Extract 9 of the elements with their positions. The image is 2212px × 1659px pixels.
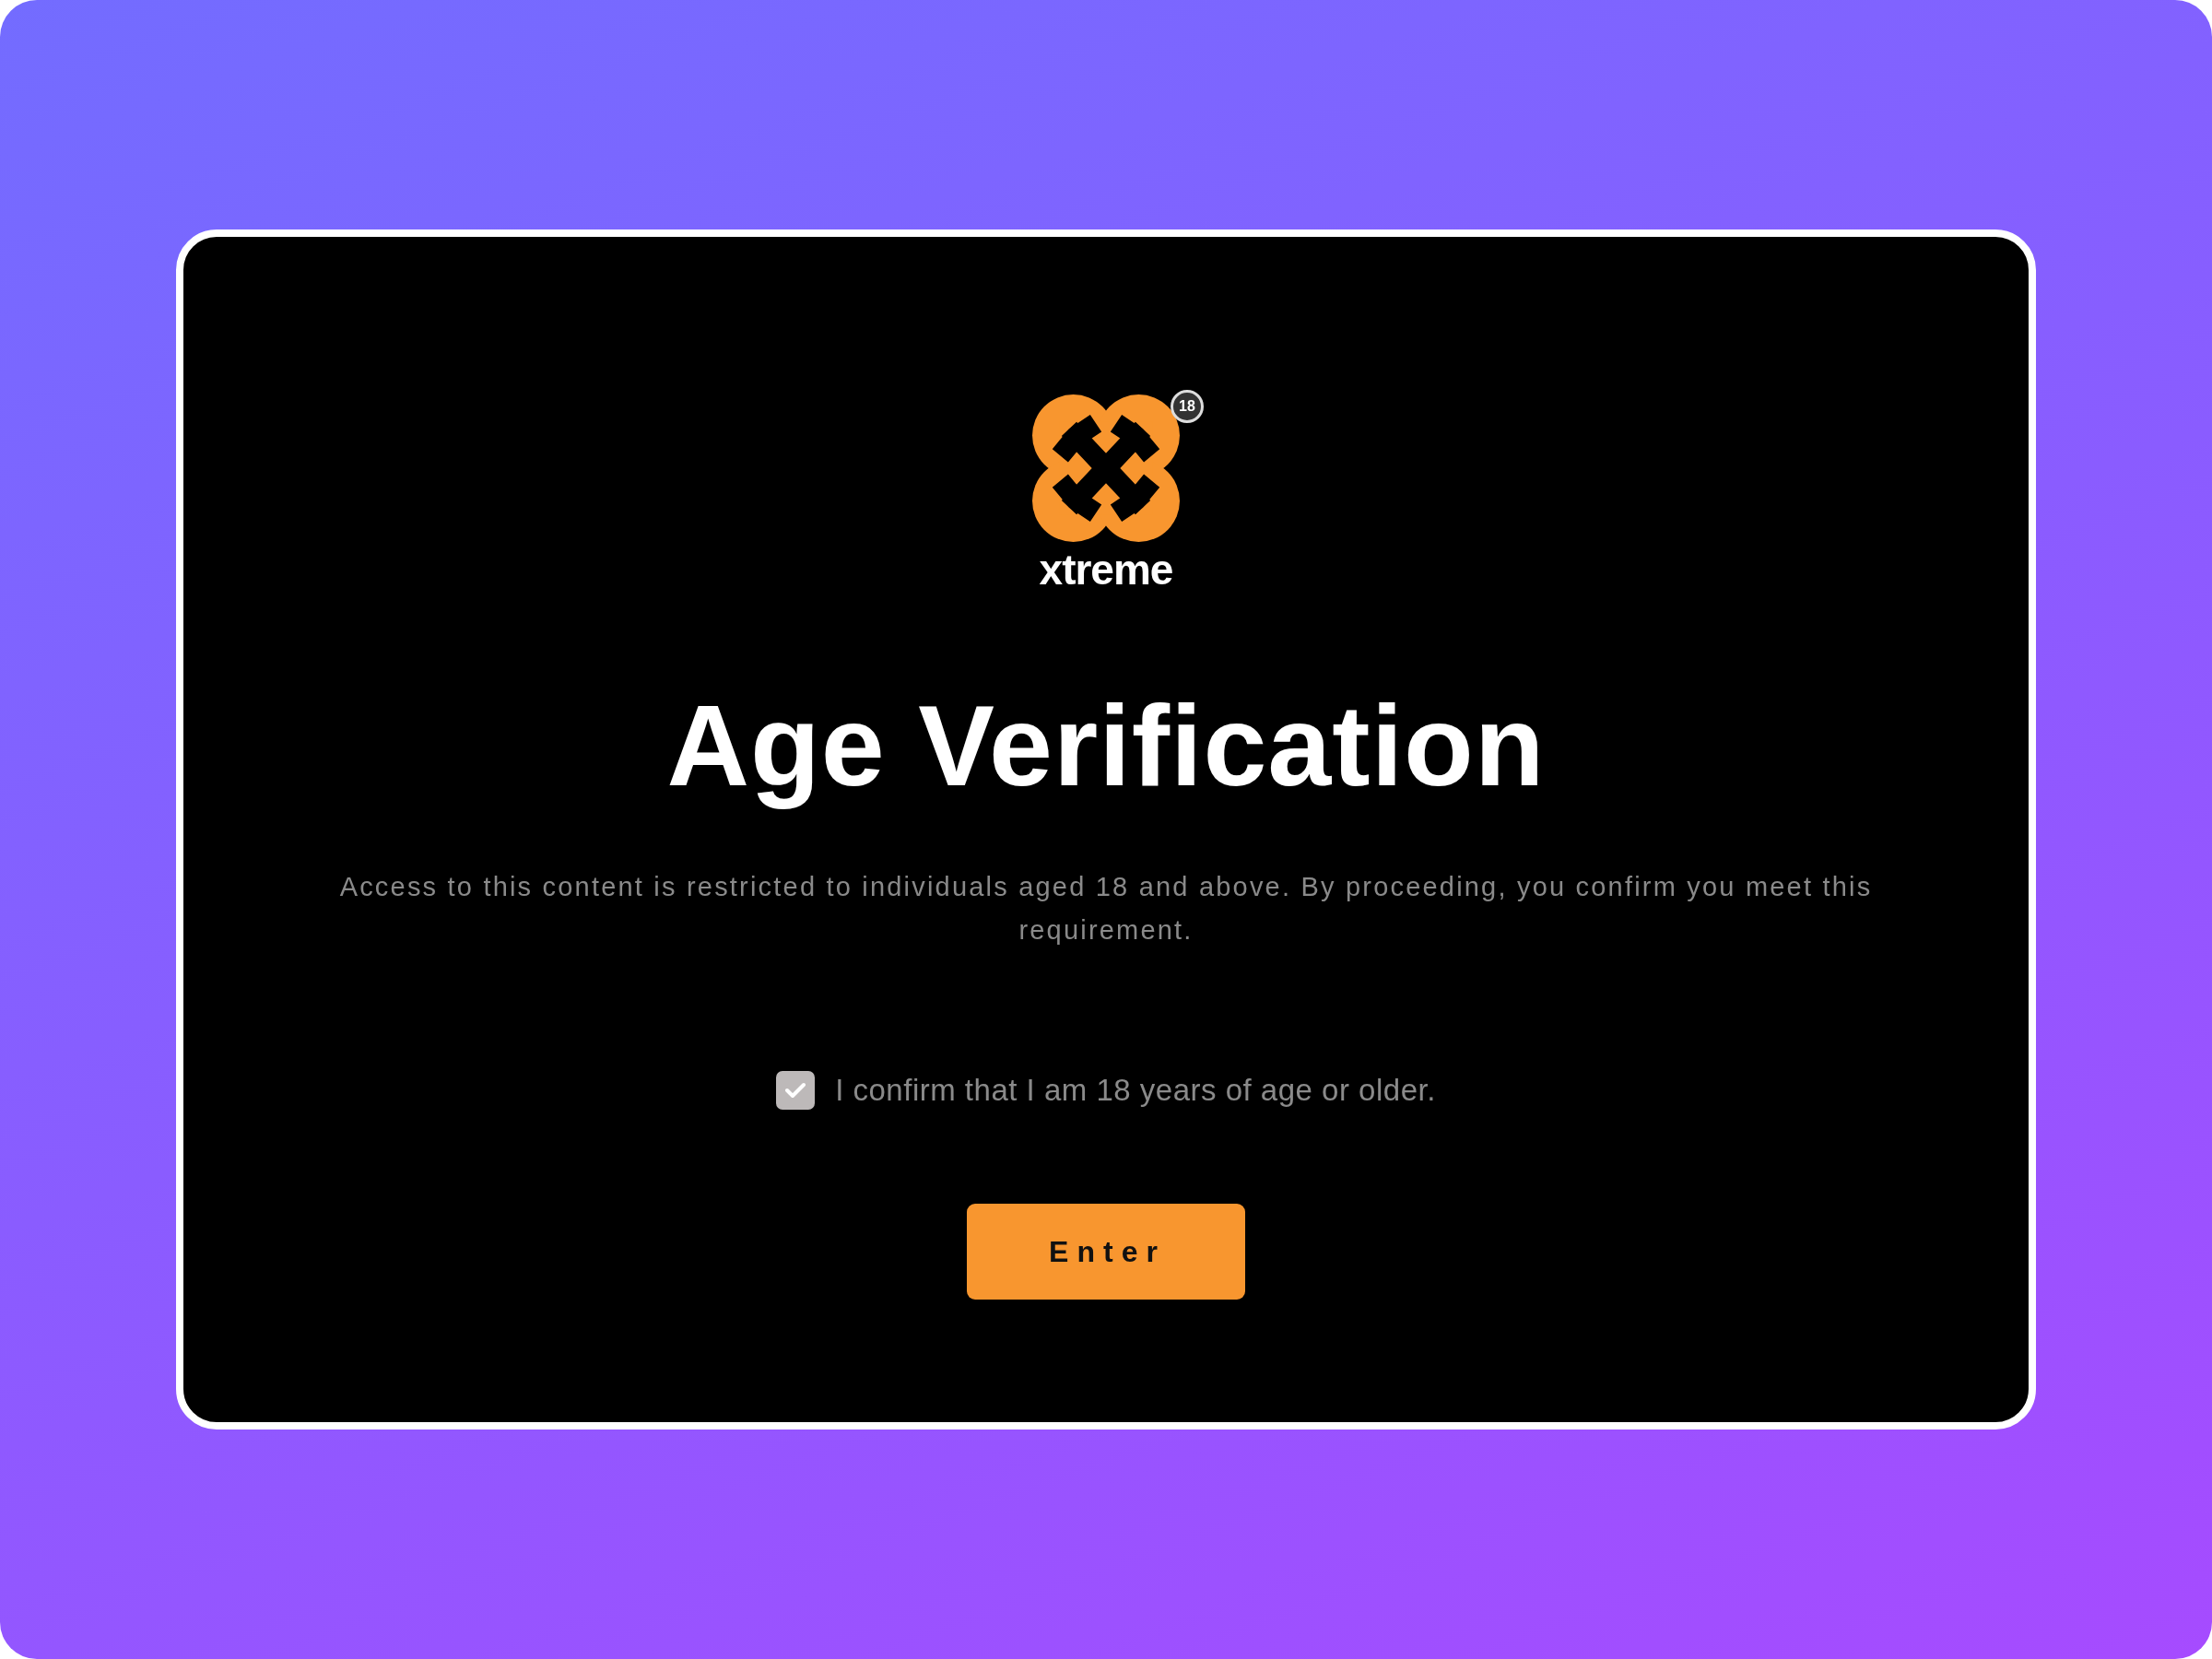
page-title: Age Verification (666, 683, 1546, 809)
confirm-checkbox[interactable] (776, 1070, 816, 1110)
logo-wordmark: xtreme (1039, 548, 1173, 591)
checkmark-icon (785, 1081, 806, 1099)
logo-icon (1031, 394, 1181, 543)
description-text: Access to this content is restricted to individuals aged 18 and above. By proceeding, you confirm you meet this requirement. (338, 871, 1874, 947)
confirm-label[interactable]: I confirm that I am 18 years of age or older. (835, 1067, 1436, 1113)
age-badge: 18 (1171, 390, 1204, 423)
enter-button[interactable]: Enter (967, 1203, 1245, 1300)
